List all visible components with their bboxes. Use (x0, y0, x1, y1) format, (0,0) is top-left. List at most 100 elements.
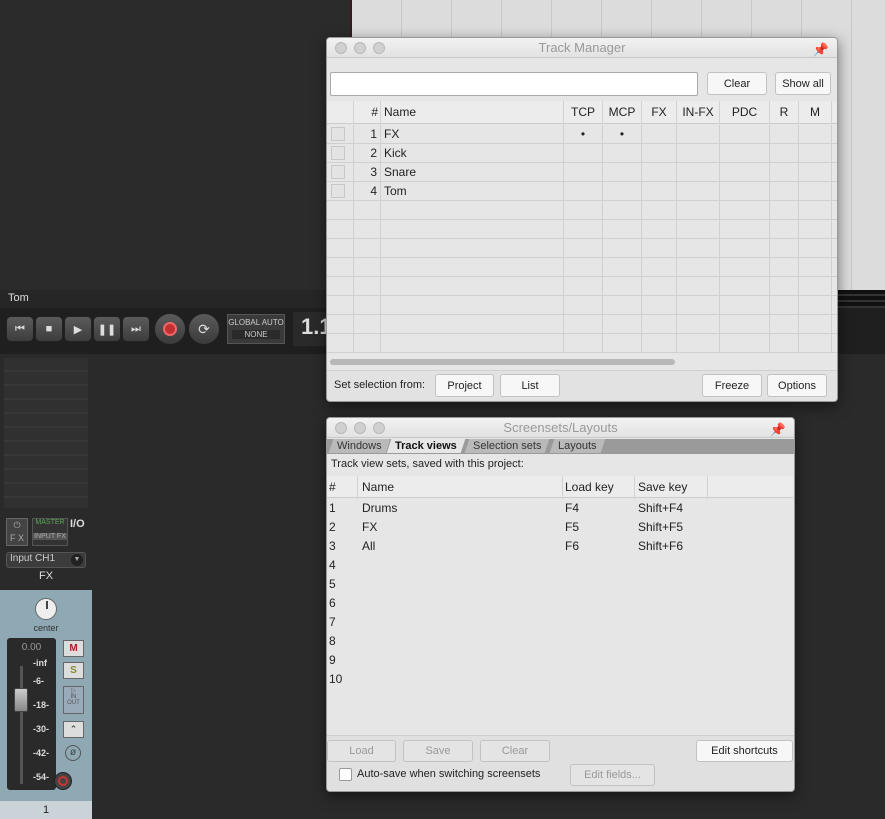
mcp-toggle[interactable] (603, 182, 642, 201)
table-cell (603, 296, 642, 315)
freeze-button[interactable]: Freeze (702, 374, 762, 397)
save-button[interactable]: Save (403, 740, 473, 762)
go-to-end-button[interactable]: ⏭ (122, 316, 150, 342)
table-row[interactable]: 1 FX • • (327, 125, 837, 144)
track-filter-input[interactable] (330, 72, 698, 96)
phase-button[interactable]: ø (65, 745, 81, 761)
zoom-icon[interactable] (373, 42, 385, 54)
track-number: 1 (0, 801, 92, 819)
global-auto-button[interactable]: GLOBAL AUTO NONE (227, 314, 285, 344)
fx-power-button[interactable]: ⏻ F X (6, 518, 28, 546)
column-header-load-key[interactable]: Load key (563, 476, 635, 499)
zoom-icon[interactable] (373, 422, 385, 434)
mcp-toggle[interactable] (603, 163, 642, 182)
column-header-r[interactable]: R (770, 101, 799, 124)
table-cell (603, 239, 642, 258)
go-to-start-button[interactable]: ⏮ (6, 316, 34, 342)
list-item[interactable]: 4 (327, 556, 793, 575)
row-checkbox[interactable] (331, 127, 345, 141)
minimize-icon[interactable] (354, 42, 366, 54)
mcp-toggle[interactable] (603, 144, 642, 163)
clear-button[interactable]: Clear (480, 740, 550, 762)
list-item[interactable]: 3 All F6 Shift+F6 (327, 537, 793, 556)
tcp-toggle[interactable] (564, 163, 603, 182)
list-item[interactable]: 2 FX F5 Shift+F5 (327, 518, 793, 537)
table-cell (327, 277, 354, 296)
io-button[interactable]: I/O (70, 518, 85, 530)
pan-knob[interactable] (35, 598, 57, 620)
table-row[interactable]: 4 Tom (327, 182, 837, 201)
edit-shortcuts-button[interactable]: Edit shortcuts (696, 740, 793, 762)
list-item[interactable]: 8 (327, 632, 793, 651)
volume-readout: 0.00 (21, 642, 42, 653)
pin-icon[interactable]: 📌 (813, 40, 829, 60)
track-manager-titlebar[interactable]: Track Manager 📌 (327, 38, 837, 58)
show-all-button[interactable]: Show all (775, 72, 831, 95)
record-arm-button[interactable] (54, 772, 72, 790)
column-header-number[interactable]: # (327, 476, 358, 499)
table-cell (603, 277, 642, 296)
tcp-toggle[interactable]: • (564, 125, 603, 144)
column-header-save-key[interactable]: Save key (635, 476, 708, 499)
empty-row (327, 334, 837, 353)
list-item[interactable]: 5 (327, 575, 793, 594)
column-header-in-fx[interactable]: IN-FX (677, 101, 720, 124)
list-item[interactable]: 6 (327, 594, 793, 613)
table-cell (720, 277, 770, 296)
row-checkbox[interactable] (331, 184, 345, 198)
table-cell (642, 334, 677, 353)
pin-icon[interactable]: 📌 (770, 420, 786, 440)
horizontal-scrollbar[interactable] (330, 359, 675, 365)
clear-button[interactable]: Clear (707, 72, 767, 95)
column-header-number[interactable]: # (354, 101, 381, 124)
list-item[interactable]: 1 Drums F4 Shift+F4 (327, 499, 793, 518)
project-button[interactable]: Project (435, 374, 494, 397)
list-item[interactable]: 7 (327, 613, 793, 632)
screensets-titlebar[interactable]: Screensets/Layouts 📌 (327, 418, 794, 438)
table-row[interactable]: 2 Kick (327, 144, 837, 163)
autosave-checkbox[interactable] (339, 768, 352, 781)
edit-fields-button[interactable]: Edit fields... (570, 764, 655, 786)
column-header-mcp[interactable]: MCP (603, 101, 642, 124)
automation-button[interactable]: ⌃ (63, 721, 84, 738)
table-cell (770, 125, 799, 144)
tab-track-views[interactable]: Track views (386, 439, 466, 453)
list-item[interactable]: 10 (327, 670, 793, 689)
column-header-name[interactable]: Name (358, 476, 563, 499)
tcp-toggle[interactable] (564, 144, 603, 163)
tab-windows[interactable]: Windows (328, 439, 390, 453)
solo-button[interactable]: S (63, 662, 84, 679)
tab-selection-sets[interactable]: Selection sets (464, 439, 550, 453)
list-button[interactable]: List (500, 374, 560, 397)
table-row[interactable]: 3 Snare (327, 163, 837, 182)
options-button[interactable]: Options (767, 374, 827, 397)
column-header-checkbox (327, 101, 354, 124)
column-header-pdc[interactable]: PDC (720, 101, 770, 124)
mute-button[interactable]: M (63, 640, 84, 657)
pause-button[interactable]: ❚❚ (93, 316, 121, 342)
tcp-toggle[interactable] (564, 182, 603, 201)
stop-button[interactable]: ■ (35, 316, 63, 342)
input-select[interactable]: Input CH1 ▼ (6, 552, 86, 568)
volume-fader[interactable] (14, 688, 28, 712)
repeat-button[interactable]: ⟳ (188, 313, 220, 345)
screenset-name: Drums (362, 501, 398, 515)
column-header-m[interactable]: M (799, 101, 832, 124)
load-button[interactable]: Load (327, 740, 396, 762)
column-header-name[interactable]: Name (381, 101, 564, 124)
close-icon[interactable] (335, 42, 347, 54)
minimize-icon[interactable] (354, 422, 366, 434)
master-send-button[interactable]: MASTER INPUT FX (32, 518, 68, 546)
record-button[interactable] (154, 313, 186, 345)
fx-in-out-button[interactable]: ▷ IN OUT (63, 686, 84, 714)
tab-layouts[interactable]: Layouts (549, 439, 605, 453)
row-checkbox[interactable] (331, 146, 345, 160)
list-item[interactable]: 9 (327, 651, 793, 670)
mcp-toggle[interactable]: • (603, 125, 642, 144)
in-out-label: IN OUT (67, 694, 80, 706)
close-icon[interactable] (335, 422, 347, 434)
column-header-tcp[interactable]: TCP (564, 101, 603, 124)
play-button[interactable]: ▶ (64, 316, 92, 342)
row-checkbox[interactable] (331, 165, 345, 179)
column-header-fx[interactable]: FX (642, 101, 677, 124)
